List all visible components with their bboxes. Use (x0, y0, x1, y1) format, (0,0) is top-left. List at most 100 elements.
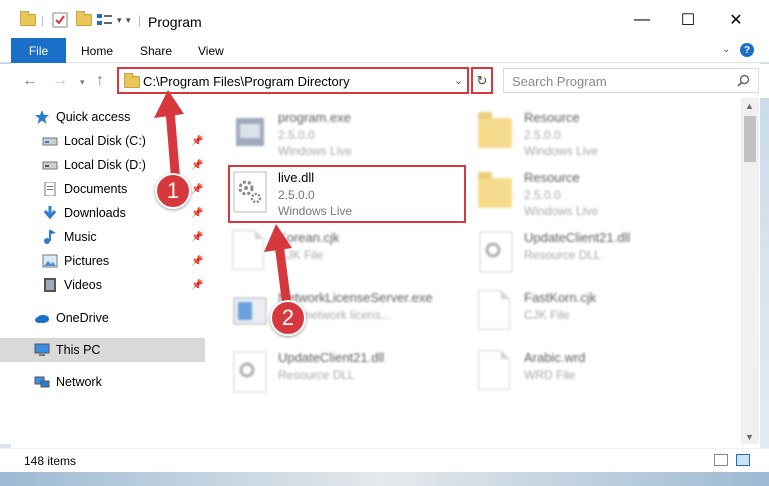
title-bar: | ▾ ▾ | Program — ☐ ✕ (0, 0, 769, 38)
scroll-up-icon[interactable]: ▲ (745, 101, 754, 111)
list-item[interactable]: FastKorn.cjk CJK File (478, 288, 708, 344)
details-view-icon[interactable] (714, 454, 728, 466)
search-icon[interactable] (737, 74, 750, 90)
chevron-down-icon[interactable]: ▾ (126, 10, 131, 30)
file-name: program.exe (278, 110, 351, 125)
pin-icon[interactable]: 📌 (191, 232, 203, 243)
status-bar: 148 items (0, 448, 769, 472)
file-name: Resource (524, 110, 580, 125)
sidebar-item-network[interactable]: Network (0, 370, 205, 394)
customize-toolbar-icon[interactable]: ▾ (117, 10, 122, 30)
tab-home[interactable]: Home (81, 44, 113, 58)
separator: | (138, 13, 142, 27)
file-company: Windows Live (524, 144, 599, 158)
music-icon (42, 230, 58, 244)
vertical-scrollbar[interactable]: ▲ ▼ (741, 98, 759, 444)
list-item[interactable]: Resource 2.5.0.0 Windows Live (478, 108, 708, 164)
dll-gear-icon (232, 350, 268, 394)
large-icons-view-icon[interactable] (736, 454, 750, 466)
expand-ribbon-icon[interactable]: ⌄ (722, 44, 730, 55)
file-company: Windows Live (524, 204, 599, 218)
search-box[interactable]: Search Program (503, 68, 759, 93)
pin-icon[interactable]: 📌 (191, 280, 203, 291)
sidebar-item-label: Pictures (64, 254, 110, 268)
downloads-icon (42, 206, 58, 220)
sidebar-item-label: OneDrive (56, 311, 109, 325)
star-icon (34, 110, 50, 124)
sidebar-item-label: Quick access (56, 110, 131, 124)
list-item[interactable]: UpdateClient21.dll Resource DLL (478, 228, 708, 284)
document-icon (478, 290, 514, 334)
list-item[interactable]: UpdateClient21.dll Resource DLL (232, 348, 462, 404)
new-folder-icon[interactable] (76, 10, 92, 30)
file-name: UpdateClient21.dll (524, 230, 631, 245)
navigation-bar: ← → ▾ ↑ C:\Program Files\Program Directo… (0, 64, 769, 98)
file-type: CJK File (524, 308, 570, 322)
documents-icon (42, 181, 58, 197)
drive-icon (42, 158, 58, 172)
step-badge-1: 1 (155, 173, 191, 209)
maximize-button[interactable]: ☐ (668, 8, 708, 32)
close-button[interactable]: ✕ (716, 8, 756, 32)
properties-icon[interactable] (52, 10, 68, 30)
file-version: 2.5.0.0 (524, 128, 561, 142)
item-count: 148 items (24, 454, 77, 468)
sidebar-item-videos[interactable]: Videos 📌 (0, 273, 205, 297)
step-badge-2: 2 (270, 300, 306, 336)
search-input[interactable]: Search Program (512, 74, 607, 89)
tab-view[interactable]: View (198, 44, 224, 58)
desktop-background-right (760, 38, 769, 486)
file-highlight-box (228, 165, 466, 223)
view-options-icon[interactable] (96, 10, 114, 30)
tab-file[interactable]: File (11, 38, 66, 63)
list-item[interactable]: Arabic.wrd WRD File (478, 348, 708, 404)
scrollbar-thumb[interactable] (744, 116, 756, 162)
separator: | (41, 13, 45, 27)
scroll-down-icon[interactable]: ▼ (745, 432, 754, 442)
pin-icon[interactable]: 📌 (191, 256, 203, 267)
sidebar-item-label: Local Disk (C:) (64, 134, 146, 148)
dll-gear-icon (478, 230, 514, 274)
sidebar-item-this-pc[interactable]: This PC (0, 338, 205, 362)
file-type: Resource DLL (524, 248, 601, 262)
sidebar-item-onedrive[interactable]: OneDrive (0, 306, 205, 330)
back-arrow-icon[interactable]: ← (22, 72, 38, 90)
ribbon: File Home Share View ⌄ ? (0, 38, 769, 63)
file-type: WRD File (524, 368, 576, 382)
sidebar-item-pictures[interactable]: Pictures 📌 (0, 249, 205, 273)
sidebar-item-label: Music (64, 230, 97, 244)
folder-icon (478, 110, 514, 154)
forward-arrow-icon[interactable]: → (52, 72, 68, 90)
window-title: Program (148, 14, 202, 30)
sidebar-item-label: Downloads (64, 206, 126, 220)
recent-locations-icon[interactable]: ▾ (80, 77, 85, 88)
sidebar-item-label: Network (56, 375, 102, 389)
cloud-icon (34, 311, 50, 325)
file-name: Resource (524, 170, 580, 185)
file-version: 2.5.0.0 (278, 128, 315, 142)
up-arrow-icon[interactable]: ↑ (96, 72, 104, 90)
file-version: 2.5.0.0 (524, 188, 561, 202)
file-company: Windows Live (278, 144, 353, 158)
folder-icon (478, 170, 514, 214)
file-name: UpdateClient21.dll (278, 350, 385, 365)
pictures-icon (42, 254, 58, 268)
help-icon[interactable]: ? (740, 43, 754, 57)
sidebar-item-label: Videos (64, 278, 102, 292)
desktop-background-bottom (0, 472, 769, 486)
sidebar-item-label: Documents (64, 182, 128, 196)
videos-icon (42, 278, 58, 292)
list-item[interactable]: Resource 2.5.0.0 Windows Live (478, 168, 708, 224)
sidebar-item-music[interactable]: Music 📌 (0, 225, 205, 249)
pin-icon[interactable]: 📌 (191, 208, 203, 219)
file-name: Arabic.wrd (524, 350, 586, 365)
drive-icon (42, 134, 58, 148)
sidebar-item-label: Local Disk (D:) (64, 158, 146, 172)
tab-share[interactable]: Share (140, 44, 172, 58)
file-name: FastKorn.cjk (524, 290, 597, 305)
list-item[interactable]: program.exe 2.5.0.0 Windows Live (232, 108, 462, 164)
computer-icon (34, 343, 50, 357)
refresh-icon[interactable]: ↻ (471, 67, 493, 94)
file-type: Resource DLL (278, 368, 355, 382)
minimize-button[interactable]: — (622, 8, 662, 32)
